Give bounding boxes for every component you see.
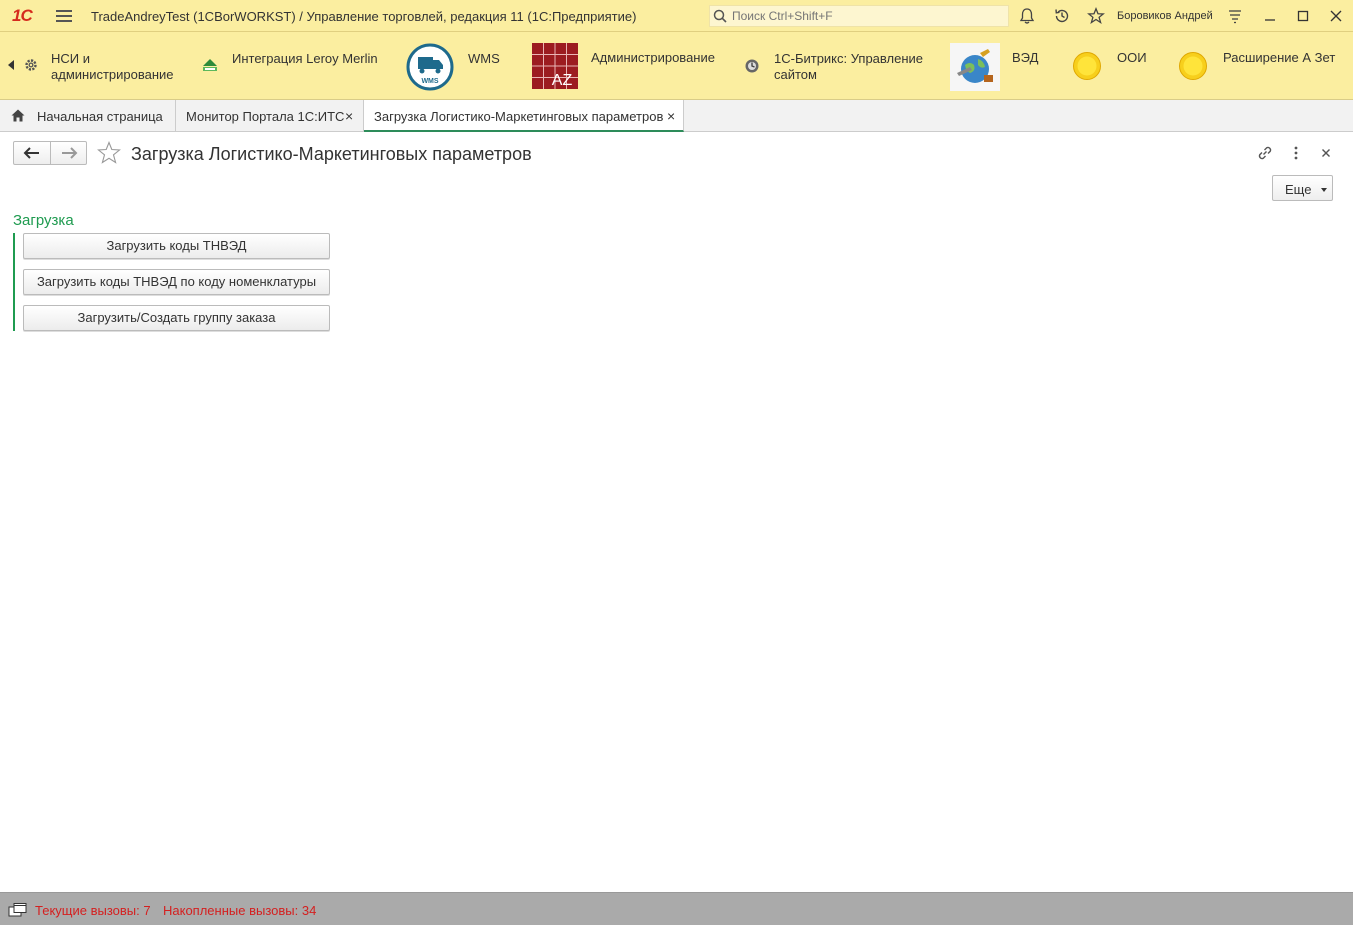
tab-bar: Начальная страница Монитор Портала 1С:ИТ…: [0, 100, 1353, 132]
button-label: Загрузить коды ТНВЭД: [106, 238, 247, 253]
close-form-icon[interactable]: [1317, 144, 1335, 162]
section-label: 1С-Битрикс: Управление: [774, 51, 924, 66]
sections-scroll-left-icon[interactable]: [8, 60, 14, 70]
yellow-circle-icon: [1179, 52, 1207, 80]
user-name[interactable]: Боровиков Андрей: [1117, 10, 1213, 22]
search-box[interactable]: [709, 5, 1009, 27]
tab-its-monitor[interactable]: Монитор Портала 1С:ИТС ×: [176, 100, 364, 132]
link-icon[interactable]: [1256, 144, 1274, 162]
main-menu-icon[interactable]: [56, 8, 72, 24]
favorites-star-icon[interactable]: [1087, 7, 1105, 25]
tab-label: Начальная страница: [37, 109, 163, 124]
section-a-zet-extension[interactable]: Расширение А Зет: [1175, 32, 1350, 100]
load-tnved-codes-button[interactable]: Загрузить коды ТНВЭД: [23, 233, 330, 259]
wms-truck-icon: WMS: [406, 43, 454, 91]
bell-icon[interactable]: [1018, 7, 1036, 25]
tab-label: Монитор Портала 1С:ИТС: [186, 109, 345, 124]
minimize-icon[interactable]: [1260, 6, 1280, 26]
section-label: администрирование: [51, 67, 174, 82]
yellow-circle-icon: [1073, 52, 1101, 80]
az-icon-text: AZ: [552, 72, 573, 89]
wms-icon-text: WMS: [421, 78, 438, 85]
tab-label: Загрузка Логистико-Маркетинговых парамет…: [374, 109, 664, 124]
load-create-order-group-button[interactable]: Загрузить/Создать группу заказа: [23, 305, 330, 331]
button-label: Загрузить/Создать группу заказа: [77, 310, 276, 325]
section-wms[interactable]: WMS WMS: [405, 32, 515, 100]
section-label: Администрирование: [591, 50, 715, 65]
app-title: TradeAndreyTest (1CBorWORKST) / Управлен…: [91, 9, 637, 24]
add-to-favorites-star-icon[interactable]: [97, 141, 121, 165]
maximize-icon[interactable]: [1293, 6, 1313, 26]
chevron-down-icon: [1321, 188, 1327, 192]
tab-close-icon[interactable]: ×: [667, 108, 675, 124]
section-leroy-merlin[interactable]: Интеграция Leroy Merlin: [198, 32, 388, 100]
section-label: Интеграция Leroy Merlin: [232, 51, 378, 66]
section-administration[interactable]: AZ Администрирование: [531, 32, 726, 100]
button-label: Загрузить коды ТНВЭД по коду номенклатур…: [36, 274, 317, 289]
section-label: сайтом: [774, 67, 817, 82]
sections-panel: НСИ и администрирование Интеграция Leroy…: [0, 32, 1353, 100]
az-grid-icon: AZ: [532, 43, 578, 89]
back-arrow-icon[interactable]: [14, 142, 50, 164]
load-tnved-by-item-code-button[interactable]: Загрузить коды ТНВЭД по коду номенклатур…: [23, 269, 330, 295]
form-title: Загрузка Логистико-Маркетинговых парамет…: [131, 144, 532, 164]
close-window-icon[interactable]: [1326, 6, 1346, 26]
bitrix-icon: [745, 59, 759, 73]
current-calls: Текущие вызовы: 7: [35, 903, 151, 918]
section-ved[interactable]: ВЭД: [948, 32, 1053, 100]
section-label: НСИ и: [51, 51, 90, 66]
title-bar: 1С TradeAndreyTest (1CBorWORKST) / Управ…: [0, 0, 1353, 32]
section-ooi[interactable]: ООИ: [1069, 32, 1164, 100]
section-label: ООИ: [1117, 50, 1147, 65]
1c-logo[interactable]: 1С: [12, 6, 33, 26]
history-icon[interactable]: [1053, 7, 1071, 25]
search-input[interactable]: [732, 8, 1002, 24]
section-bitrix[interactable]: 1С-Битрикс: Управление сайтом: [742, 32, 932, 100]
group-title[interactable]: Загрузка: [13, 212, 74, 229]
search-icon: [713, 9, 727, 23]
more-button-label: Еще: [1285, 182, 1312, 197]
section-label: ВЭД: [1012, 50, 1039, 65]
tab-close-icon[interactable]: ×: [345, 108, 353, 124]
tab-home[interactable]: Начальная страница: [0, 100, 176, 132]
gear-icon: [25, 59, 37, 71]
globe-icon: [950, 43, 1000, 91]
home-icon: [11, 109, 25, 122]
more-button[interactable]: Еще: [1272, 175, 1333, 201]
leroy-merlin-icon: [203, 59, 217, 71]
tab-lm-params[interactable]: Загрузка Логистико-Маркетинговых парамет…: [364, 100, 684, 132]
forward-arrow-icon[interactable]: [51, 142, 87, 164]
settings-menu-icon[interactable]: [1226, 7, 1244, 25]
section-nsi[interactable]: НСИ и администрирование: [20, 32, 180, 100]
status-bar: Текущие вызовы: 7 Накопленные вызовы: 34: [0, 892, 1353, 925]
accumulated-calls: Накопленные вызовы: 34: [163, 903, 317, 918]
windows-icon[interactable]: [8, 902, 28, 918]
navigation-buttons: [13, 141, 87, 165]
section-label: Расширение А Зет: [1223, 50, 1336, 65]
more-options-icon[interactable]: [1287, 144, 1305, 162]
group-border: [13, 233, 15, 331]
section-label: WMS: [468, 51, 500, 66]
